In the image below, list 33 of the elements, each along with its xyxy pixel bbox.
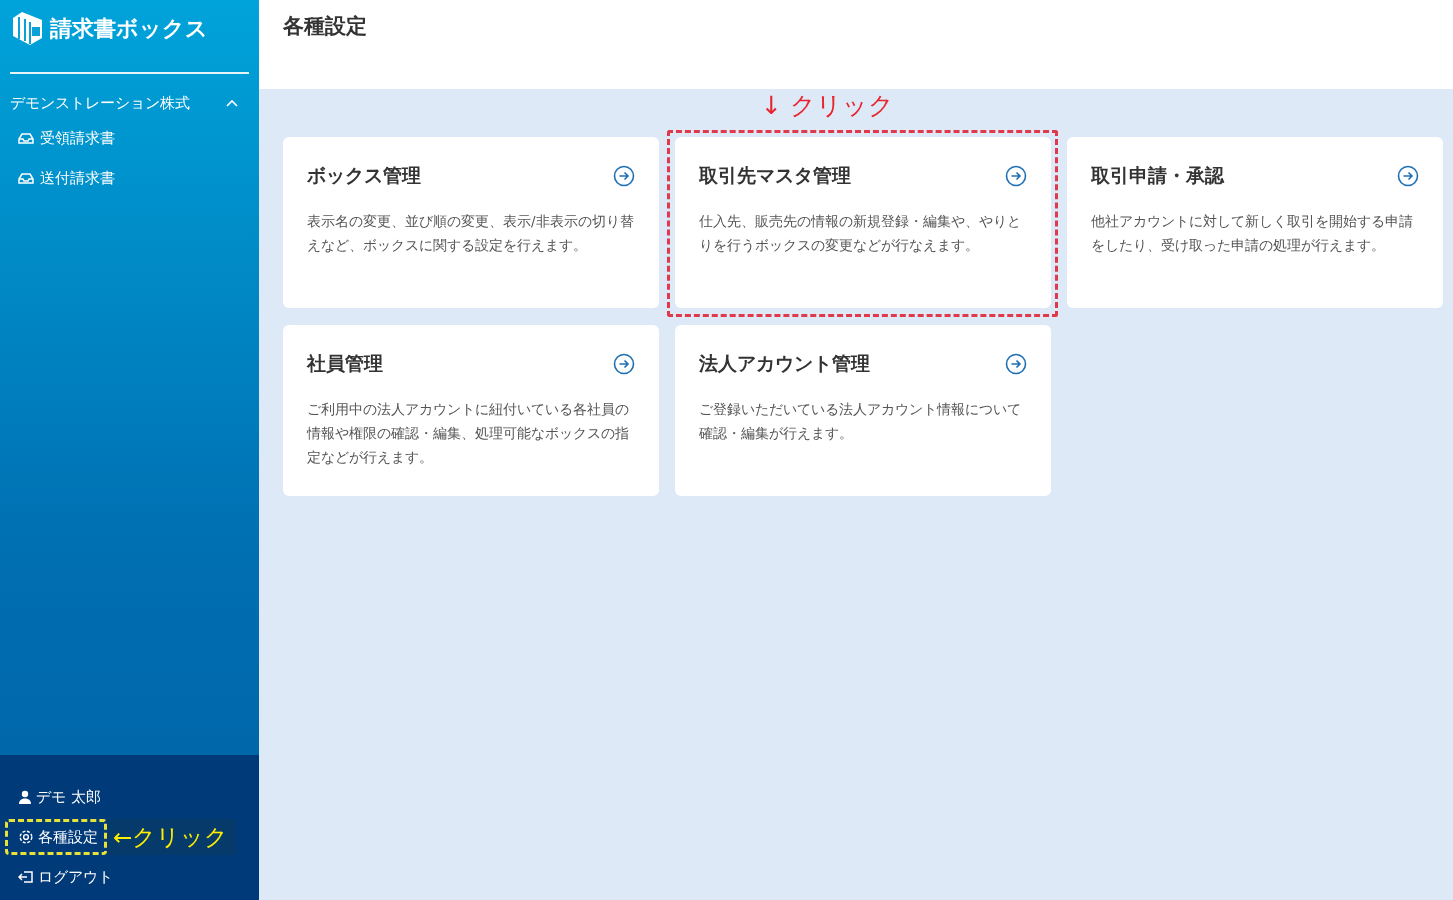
settings-card[interactable]: ボックス管理 表示名の変更、並び順の変更、表示/非表示の切り替えなど、ボックスに関する設定を行えます。 — [283, 137, 659, 308]
settings-card[interactable]: 取引先マスタ管理 仕入先、販売先の情報の新規登録・編集や、やりとりを行うボックスの変更などが行なえます。 — [675, 137, 1051, 308]
arrow-right-icon — [1005, 353, 1027, 375]
annotation-label: ↓ クリック — [761, 90, 894, 122]
card-title: 法人アカウント管理 — [699, 351, 870, 376]
nav-item[interactable]: 送付請求書 — [10, 158, 249, 198]
settings-icon — [18, 829, 34, 845]
card-title: ボックス管理 — [307, 163, 421, 188]
card-title: 社員管理 — [307, 351, 383, 376]
arrow-right-icon — [613, 353, 635, 375]
card-description: 他社アカウントに対して新しく取引を開始する申請をしたり、受け取った申請の処理が行えます。 — [1091, 212, 1414, 255]
card-title: 取引先マスタ管理 — [699, 163, 851, 188]
logo-icon — [10, 10, 44, 46]
card-description: 表示名の変更、並び順の変更、表示/非表示の切り替えなど、ボックスに関する設定を行えます。 — [307, 212, 635, 255]
person-icon — [18, 790, 32, 804]
sidebar-link[interactable]: デモ 太郎 — [5, 779, 110, 815]
settings-card[interactable]: 法人アカウント管理 ご登録いただいている法人アカウント情報について確認・編集が行えます。 — [675, 325, 1051, 496]
settings-card[interactable]: 社員管理 ご利用中の法人アカウントに紐付いている各社員の情報や権限の確認・編集、処理可能なボックスの指定などが行えます。 — [283, 325, 659, 496]
card-title: 取引申請・承認 — [1091, 163, 1224, 188]
arrow-right-icon — [613, 165, 635, 187]
logo-text: 請求書ボックス — [50, 15, 208, 43]
arrow-right-icon — [1005, 165, 1027, 187]
inbox-icon — [18, 172, 34, 184]
page-title: 各種設定 — [283, 13, 368, 40]
inbox-icon — [18, 132, 34, 144]
card-description: ご利用中の法人アカウントに紐付いている各社員の情報や権限の確認・編集、処理可能なボックスの指定などが行えます。 — [307, 400, 630, 467]
logout-icon — [18, 870, 34, 884]
card-description: 仕入先、販売先の情報の新規登録・編集や、やりとりを行うボックスの変更などが行なえます。 — [699, 212, 1022, 255]
sidebar-link[interactable]: ログアウト — [5, 859, 122, 895]
settings-card[interactable]: 取引申請・承認 他社アカウントに対して新しく取引を開始する申請をしたり、受け取った申請の処理が行えます。 — [1067, 137, 1443, 308]
card-description: ご登録いただいている法人アカウント情報について確認・編集が行えます。 — [699, 400, 1022, 443]
annotation-label: ←クリック — [107, 819, 237, 855]
arrow-right-icon — [1397, 165, 1419, 187]
